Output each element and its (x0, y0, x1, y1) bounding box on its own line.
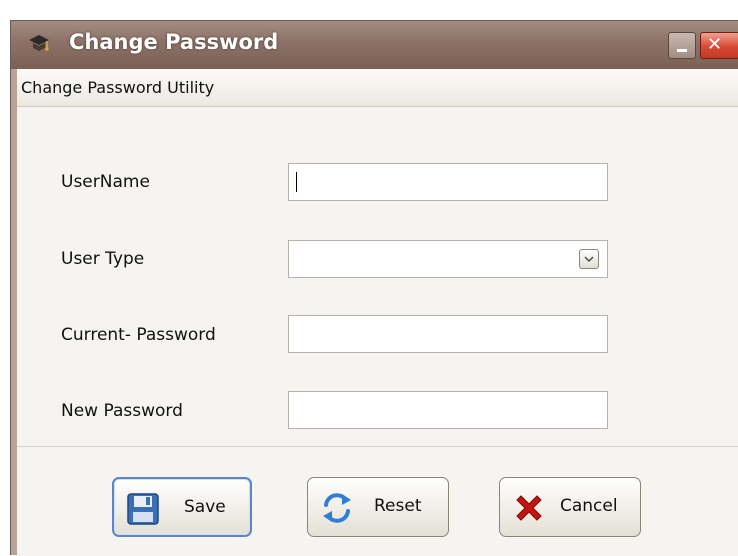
window-title: Change Password (69, 30, 279, 54)
window-body: Change Password Utility UserName User Ty… (17, 69, 738, 556)
username-label: UserName (61, 172, 150, 192)
current-password-label: Current- Password (61, 325, 216, 345)
user-type-label: User Type (61, 249, 145, 269)
change-password-window: Change Password ✕ Change Password Utilit… (10, 20, 738, 556)
reset-button[interactable]: Reset (307, 477, 449, 537)
close-button[interactable]: ✕ (700, 32, 738, 59)
minimize-icon (677, 49, 687, 52)
form-panel: UserName User Type Current- Password New… (17, 107, 738, 447)
title-bar[interactable]: Change Password ✕ (11, 21, 738, 69)
cancel-button-label: Cancel (560, 496, 618, 516)
refresh-icon (323, 493, 351, 523)
button-bar: Save Reset Cancel (17, 447, 738, 556)
new-password-input[interactable] (288, 391, 608, 429)
chevron-down-icon (584, 256, 594, 263)
dropdown-arrow-button[interactable] (579, 249, 599, 269)
floppy-disk-icon (127, 493, 159, 525)
cancel-button[interactable]: Cancel (499, 477, 641, 537)
user-type-select[interactable] (288, 240, 608, 278)
reset-button-label: Reset (374, 496, 422, 516)
close-icon: ✕ (707, 34, 723, 55)
text-caret (296, 172, 297, 192)
minimize-button[interactable] (668, 32, 696, 59)
utility-header: Change Password Utility (17, 69, 738, 107)
current-password-input[interactable] (288, 315, 608, 353)
save-button-label: Save (184, 497, 226, 517)
utility-title: Change Password Utility (21, 78, 215, 97)
red-x-icon (516, 495, 542, 521)
new-password-label: New Password (61, 401, 183, 421)
save-button[interactable]: Save (112, 477, 252, 537)
graduation-cap-icon (29, 35, 49, 51)
username-input[interactable] (288, 163, 608, 201)
